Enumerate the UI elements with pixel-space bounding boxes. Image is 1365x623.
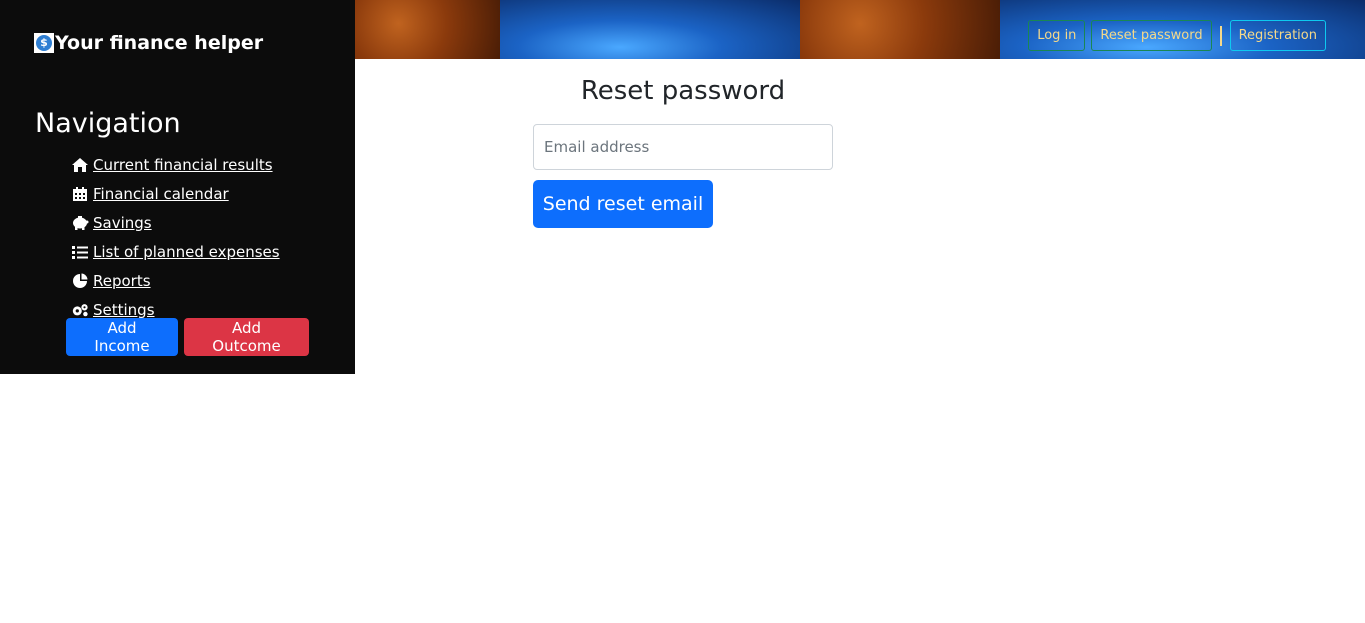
nav-label: Savings: [93, 213, 152, 232]
nav-link-reports[interactable]: Reports: [71, 272, 151, 290]
sidebar: $ Your finance helper Navigation Current…: [0, 0, 355, 374]
nav-link-current-results[interactable]: Current financial results: [71, 156, 273, 174]
brand[interactable]: $ Your finance helper: [34, 32, 263, 54]
list-icon: [71, 244, 89, 260]
nav-list: Current financial results Financial cale…: [71, 150, 280, 324]
banner-image-segment: [800, 0, 1000, 59]
nav-link-settings[interactable]: Settings: [71, 301, 155, 319]
header-banner: Log in Reset password Registration: [355, 0, 1365, 59]
login-button[interactable]: Log in: [1028, 20, 1086, 51]
banner-image-segment: [355, 0, 500, 59]
nav-item-reports: Reports: [71, 266, 280, 295]
gears-icon: [71, 302, 89, 318]
nav-label: Financial calendar: [93, 184, 229, 203]
nav-item-savings: Savings: [71, 208, 280, 237]
registration-button[interactable]: Registration: [1229, 20, 1326, 51]
separator: [1219, 25, 1222, 46]
nav-label: Reports: [93, 271, 151, 290]
add-outcome-button[interactable]: Add Outcome: [184, 318, 309, 356]
pie-chart-icon: [71, 273, 89, 289]
email-field[interactable]: [533, 124, 833, 170]
reset-password-button[interactable]: Reset password: [1091, 20, 1212, 51]
nav-label: List of planned expenses: [93, 242, 280, 261]
nav-link-calendar[interactable]: Financial calendar: [71, 185, 229, 203]
calendar-icon: [71, 186, 89, 202]
nav-title: Navigation: [35, 108, 181, 139]
nav-item-current-results: Current financial results: [71, 150, 280, 179]
nav-item-calendar: Financial calendar: [71, 179, 280, 208]
quick-actions: Add Income Add Outcome: [66, 318, 309, 356]
auth-buttons: Log in Reset password Registration: [1028, 20, 1326, 51]
nav-label: Current financial results: [93, 155, 273, 174]
banner-image-segment: [500, 0, 800, 59]
page-title: Reset password: [580, 76, 786, 106]
home-icon: [71, 157, 89, 173]
add-income-button[interactable]: Add Income: [66, 318, 178, 356]
nav-link-savings[interactable]: Savings: [71, 214, 152, 232]
nav-item-planned-expenses: List of planned expenses: [71, 237, 280, 266]
send-reset-email-button[interactable]: Send reset email: [533, 180, 713, 228]
dollar-coin-icon: $: [34, 33, 54, 53]
brand-name: Your finance helper: [55, 32, 264, 54]
nav-label: Settings: [93, 300, 155, 319]
nav-link-planned-expenses[interactable]: List of planned expenses: [71, 243, 280, 261]
piggy-bank-icon: [71, 215, 89, 231]
